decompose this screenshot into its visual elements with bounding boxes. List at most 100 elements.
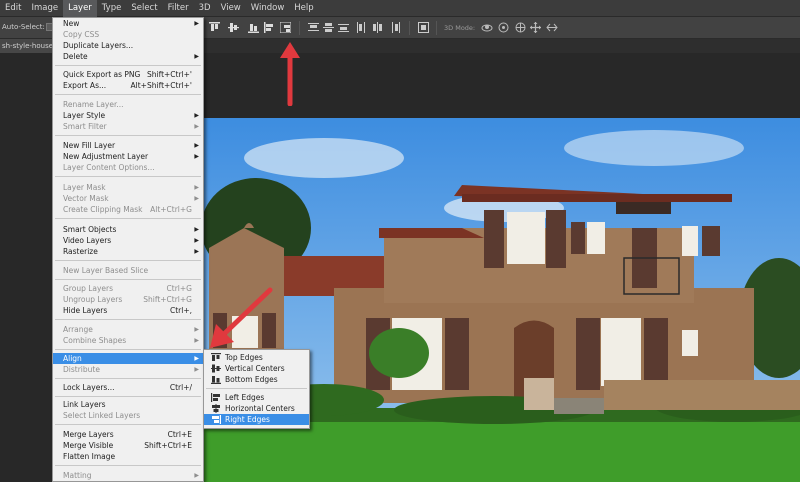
menu-item-delete[interactable]: Delete ▶	[53, 51, 203, 62]
menu-divider	[55, 465, 201, 466]
menu-item-export-as[interactable]: Export As... Alt+Shift+Ctrl+'	[53, 80, 203, 91]
menu-item-merge-visible[interactable]: Merge Visible Shift+Ctrl+E	[53, 440, 203, 451]
submenu-item-right-edges[interactable]: Right Edges	[204, 414, 309, 425]
3d-orbit-icon[interactable]	[481, 22, 493, 33]
separator	[409, 21, 410, 35]
menu-item-new[interactable]: New ▶	[53, 18, 203, 29]
auto-align-icon[interactable]	[418, 22, 429, 33]
menu-item-align[interactable]: Align ▶	[53, 353, 203, 364]
submenu-arrow-icon: ▶	[194, 337, 199, 344]
menu-image[interactable]: Image	[26, 0, 63, 17]
align-top-edges-icon[interactable]	[209, 22, 220, 33]
submenu-arrow-icon: ▶	[194, 226, 199, 233]
menu-bar: Edit Image Layer Type Select Filter 3D V…	[0, 0, 800, 17]
3d-mode-label: 3D Mode:	[444, 24, 476, 32]
menu-window[interactable]: Window	[246, 0, 290, 17]
menu-item-duplicate-layers[interactable]: Duplicate Layers...	[53, 40, 203, 51]
menu-edit[interactable]: Edit	[0, 0, 26, 17]
menu-item-smart-objects[interactable]: Smart Objects ▶	[53, 224, 203, 235]
3d-slide-icon[interactable]	[530, 22, 541, 33]
layer-menu: New ▶ Copy CSS Duplicate Layers... Delete…	[52, 17, 204, 482]
submenu-arrow-icon: ▶	[194, 184, 199, 191]
align-bottom-edges-icon[interactable]	[248, 22, 259, 33]
submenu-arrow-icon: ▶	[194, 112, 199, 119]
menu-item-rasterize[interactable]: Rasterize ▶	[53, 246, 203, 257]
menu-filter[interactable]: Filter	[163, 0, 194, 17]
annotation-arrow-diagonal-icon	[210, 287, 273, 348]
document-tab[interactable]: sh-style-house-	[0, 39, 52, 53]
menu-item-matting: Matting ▶	[63, 471, 199, 480]
align-bottom-edges-icon	[211, 375, 221, 384]
submenu-arrow-icon: ▶	[194, 153, 199, 160]
3d-roll-icon[interactable]	[498, 22, 509, 33]
menu-item-ungroup-layers: Ungroup Layers Shift+Ctrl+G	[63, 295, 192, 304]
photoshop-window: Edit Image Layer Type Select Filter 3D V…	[0, 0, 800, 482]
menu-item-combine-shapes: Combine Shapes ▶	[63, 336, 199, 345]
align-vertical-centers-icon[interactable]	[228, 22, 239, 33]
menu-divider	[55, 94, 201, 95]
separator	[299, 21, 300, 35]
distribute-horizontal-centers-icon[interactable]	[372, 22, 383, 33]
align-right-edges-icon	[211, 415, 221, 424]
submenu-item-bottom-edges[interactable]: Bottom Edges	[204, 374, 309, 385]
align-top-edges-icon	[211, 353, 221, 362]
submenu-arrow-icon: ▶	[194, 366, 199, 373]
distribute-top-icon[interactable]	[308, 22, 319, 33]
menu-item-new-adjustment-layer[interactable]: New Adjustment Layer ▶	[53, 151, 203, 162]
menu-item-group-layers: Group Layers Ctrl+G	[63, 284, 192, 293]
auto-select-label: Auto-Select:	[2, 23, 45, 31]
submenu-arrow-icon: ▶	[194, 142, 199, 149]
menu-item-flatten-image[interactable]: Flatten Image	[53, 451, 203, 462]
annotation-arrow-up-icon	[280, 42, 300, 106]
menu-item-smart-filter: Smart Filter ▶	[63, 122, 199, 131]
distribute-right-icon[interactable]	[390, 22, 401, 33]
menu-divider	[55, 349, 201, 350]
menu-divider	[55, 135, 201, 136]
submenu-arrow-icon: ▶	[194, 20, 199, 27]
menu-item-video-layers[interactable]: Video Layers ▶	[53, 235, 203, 246]
menu-layer[interactable]: Layer	[63, 0, 97, 17]
menu-item-quick-export[interactable]: Quick Export as PNG Shift+Ctrl+'	[53, 69, 203, 80]
align-vertical-centers-icon	[211, 364, 221, 373]
menu-divider	[55, 319, 201, 320]
menu-item-new-layer-based-slice: New Layer Based Slice	[63, 266, 149, 275]
distribute-left-icon[interactable]	[356, 22, 367, 33]
distribute-vertical-centers-icon[interactable]	[323, 22, 334, 33]
submenu-item-vertical-centers[interactable]: Vertical Centers	[204, 363, 309, 374]
menu-item-link-layers[interactable]: Link Layers	[53, 399, 203, 410]
menu-item-distribute: Distribute ▶	[63, 365, 199, 374]
menu-view[interactable]: View	[216, 0, 246, 17]
menu-item-layer-style[interactable]: Layer Style ▶	[53, 110, 203, 121]
menu-divider	[55, 424, 201, 425]
submenu-arrow-icon: ▶	[194, 355, 199, 362]
menu-item-copy-css: Copy CSS	[63, 30, 100, 39]
3d-scale-icon[interactable]	[546, 22, 558, 33]
menu-select[interactable]: Select	[126, 0, 162, 17]
menu-type[interactable]: Type	[97, 0, 127, 17]
submenu-divider	[206, 388, 307, 389]
menu-item-hide-layers[interactable]: Hide Layers Ctrl+,	[53, 305, 203, 316]
distribute-bottom-icon[interactable]	[338, 22, 349, 33]
submenu-arrow-icon: ▶	[194, 123, 199, 130]
submenu-arrow-icon: ▶	[194, 237, 199, 244]
menu-item-layer-mask: Layer Mask ▶	[63, 183, 199, 192]
menu-help[interactable]: Help	[289, 0, 318, 17]
align-right-edges-icon[interactable]	[280, 22, 291, 33]
menu-item-lock-layers[interactable]: Lock Layers... Ctrl+/	[53, 382, 203, 393]
menu-divider	[55, 65, 201, 66]
menu-divider	[55, 279, 201, 280]
menu-divider	[55, 176, 201, 177]
menu-3d[interactable]: 3D	[194, 0, 216, 17]
submenu-item-horizontal-centers[interactable]: Horizontal Centers	[204, 403, 309, 414]
align-horizontal-centers-icon	[211, 404, 221, 413]
menu-item-create-clipping-mask: Create Clipping Mask Alt+Ctrl+G	[63, 205, 192, 214]
menu-item-merge-layers[interactable]: Merge Layers Ctrl+E	[53, 429, 203, 440]
3d-pan-icon[interactable]	[515, 22, 526, 33]
menu-item-layer-content-options: Layer Content Options...	[63, 163, 155, 172]
menu-divider	[55, 378, 201, 379]
menu-item-vector-mask: Vector Mask ▶	[63, 194, 199, 203]
submenu-item-left-edges[interactable]: Left Edges	[204, 392, 309, 403]
align-left-edges-icon[interactable]	[264, 22, 275, 33]
menu-item-new-fill-layer[interactable]: New Fill Layer ▶	[53, 140, 203, 151]
menu-divider	[55, 396, 201, 397]
